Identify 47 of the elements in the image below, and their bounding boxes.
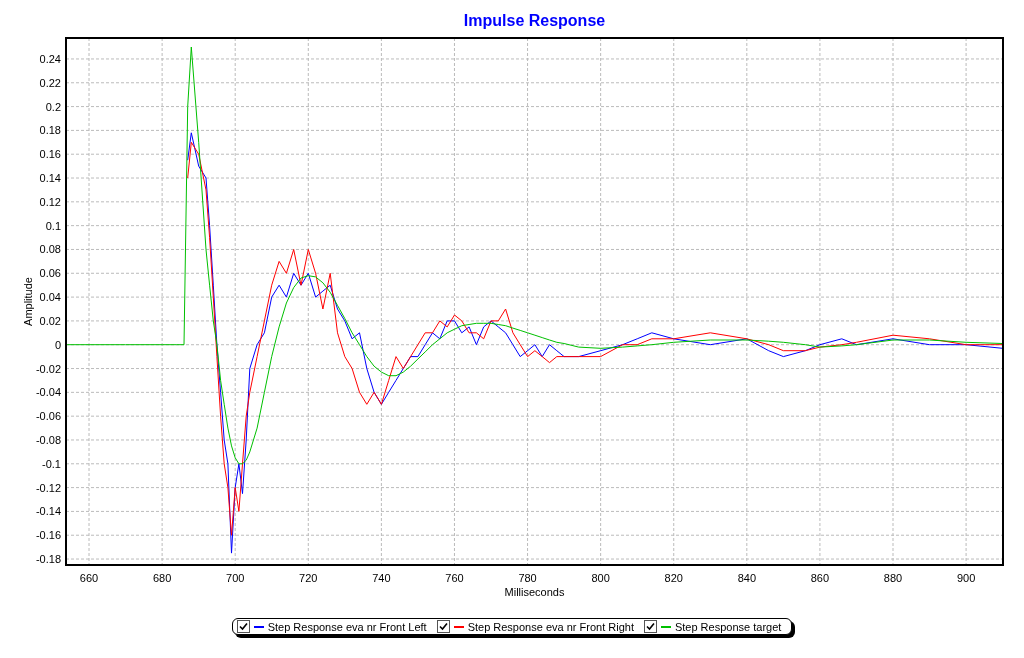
axis-tick-label: 680	[152, 572, 172, 584]
checkbox[interactable]	[436, 620, 450, 633]
checkbox[interactable]	[236, 620, 250, 633]
checkbox[interactable]	[643, 620, 657, 633]
axis-tick-label: -0.18	[35, 553, 61, 566]
axis-tick-label: 0.04	[39, 291, 61, 304]
axis-tick-label: 0.2	[45, 100, 61, 113]
axis-tick-label: 660	[79, 572, 99, 584]
axis-tick-label: 0.16	[39, 148, 61, 161]
axis-tick-label: 0.02	[39, 314, 61, 327]
axis-tick-label: 760	[445, 572, 464, 584]
legend-swatch	[453, 625, 464, 628]
axis-tick-label: 800	[591, 572, 610, 584]
axis-tick-label: -0.04	[35, 386, 61, 399]
legend-label: Step Response eva nr Front Left	[267, 620, 427, 633]
axis-tick-label: 900	[956, 572, 976, 584]
axis-tick-label: 780	[518, 572, 537, 584]
axis-tick-label: 700	[226, 572, 245, 584]
axis-tick-label: 720	[299, 572, 318, 584]
chart-title: Impulse Response	[463, 12, 606, 29]
axis-tick-label: 0.1	[45, 219, 61, 232]
axis-tick-label: 860	[810, 572, 830, 584]
legend-swatch	[253, 625, 264, 628]
axis-tick-label: -0.12	[35, 481, 61, 494]
axis-tick-label: 840	[737, 572, 756, 584]
axis-tick-label: -0.1	[42, 457, 61, 470]
axis-tick-label: 0	[54, 338, 61, 351]
axis-tick-label: 0.24	[39, 52, 61, 65]
axis-title: Amplitude	[22, 277, 34, 326]
axis-tick-label: -0.16	[35, 529, 61, 542]
axis-tick-label: 0.18	[39, 124, 61, 137]
legend-label: Step Response target	[674, 620, 782, 633]
axis-title: Milliseconds	[504, 586, 565, 598]
axis-tick-label: -0.06	[35, 410, 61, 423]
axis-tick-label: 0.12	[39, 195, 61, 208]
axis-tick-label: 0.22	[39, 76, 61, 89]
legend-swatch	[660, 625, 671, 628]
axis-tick-label: 740	[372, 572, 391, 584]
axis-tick-label: -0.08	[35, 434, 61, 446]
axis-tick-label: 820	[664, 572, 683, 584]
axis-tick-label: 880	[883, 572, 903, 584]
axis-tick-label: 0.06	[39, 267, 61, 280]
axis-tick-label: -0.14	[35, 505, 61, 518]
legend-label: Step Response eva nr Front Right	[467, 620, 634, 633]
axis-tick-label: 0.14	[39, 172, 61, 185]
axis-tick-label: 0.08	[39, 243, 61, 256]
axis-tick-label: -0.02	[35, 362, 61, 375]
